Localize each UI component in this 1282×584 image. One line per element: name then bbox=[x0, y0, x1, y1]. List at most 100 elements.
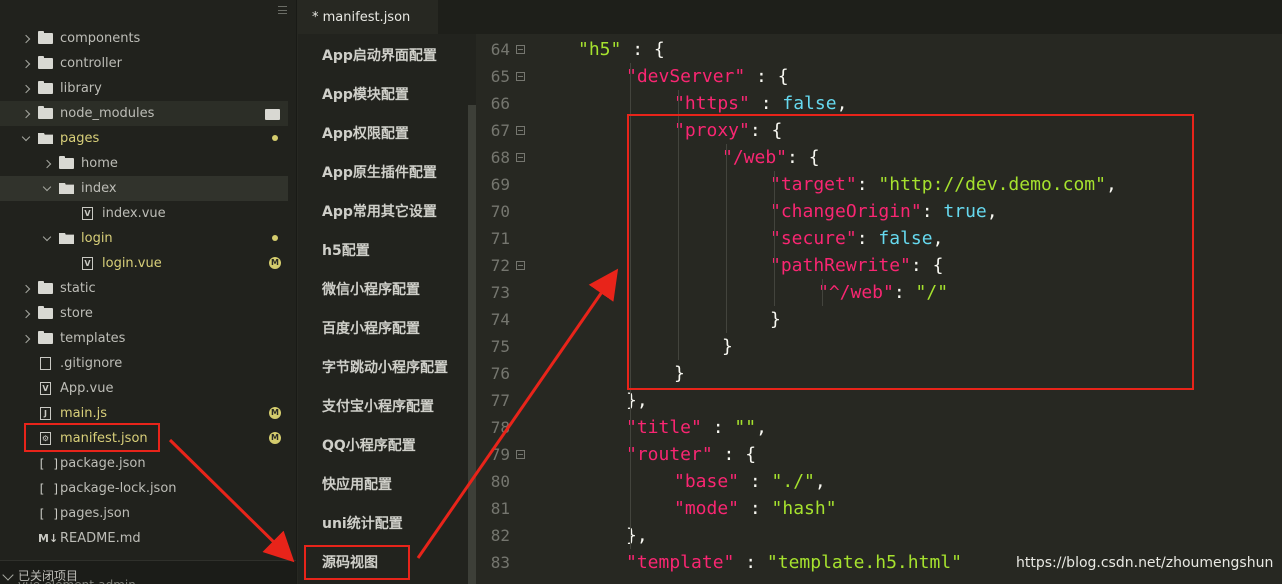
tree-item-label: library bbox=[60, 81, 102, 96]
config-item-9[interactable]: 支付宝小程序配置 bbox=[322, 396, 434, 416]
folder-open-icon bbox=[38, 133, 53, 144]
tree-item-pages[interactable]: pages bbox=[0, 126, 288, 151]
line-number: 76 bbox=[490, 364, 510, 383]
code-line[interactable]: 80 "base" : "./", bbox=[476, 468, 1282, 495]
tree-item-login[interactable]: login bbox=[0, 226, 288, 251]
fold-toggle-icon[interactable] bbox=[516, 45, 525, 54]
tree-item-label: store bbox=[60, 306, 93, 321]
chevron-right-icon[interactable] bbox=[20, 108, 32, 120]
tree-item-controller[interactable]: controller bbox=[0, 51, 288, 76]
code-line[interactable]: 81 "mode" : "hash" bbox=[476, 495, 1282, 522]
code-line[interactable]: 64 "h5" : { bbox=[476, 36, 1282, 63]
manifest-config-nav: App启动界面配置 App模块配置 App权限配置 App原生插件配置 App常用其它设… bbox=[298, 0, 476, 584]
code-token: , bbox=[836, 93, 848, 114]
folder-icon bbox=[38, 81, 53, 94]
config-item-11[interactable]: 快应用配置 bbox=[322, 474, 392, 494]
tab-manifest-json[interactable]: * manifest.json bbox=[298, 0, 438, 34]
config-item-12[interactable]: uni统计配置 bbox=[322, 513, 403, 533]
tree-item-store[interactable]: store bbox=[0, 301, 288, 326]
config-item-8[interactable]: 字节跳动小程序配置 bbox=[322, 357, 448, 377]
chevron-right-icon[interactable] bbox=[20, 308, 32, 320]
tree-item-library[interactable]: library bbox=[0, 76, 288, 101]
config-item-1[interactable]: App模块配置 bbox=[322, 84, 409, 104]
folder-icon bbox=[38, 331, 53, 344]
fold-toggle-icon[interactable] bbox=[516, 261, 525, 270]
tree-item-home[interactable]: home bbox=[0, 151, 288, 176]
code-token: "hash" bbox=[771, 498, 837, 519]
chevron-right-icon[interactable] bbox=[20, 283, 32, 295]
fold-toggle-icon[interactable] bbox=[516, 153, 525, 162]
code-token: : { bbox=[621, 39, 665, 60]
menu-icon[interactable] bbox=[278, 6, 287, 14]
chevron-right-icon[interactable] bbox=[20, 58, 32, 70]
config-item-6[interactable]: 微信小程序配置 bbox=[322, 279, 420, 299]
line-number: 82 bbox=[490, 526, 510, 545]
file-icon: V bbox=[82, 207, 93, 220]
chevron-down-icon[interactable] bbox=[41, 183, 53, 195]
folder-open-icon bbox=[59, 233, 74, 244]
tree-item-label: App.vue bbox=[60, 381, 114, 396]
config-item-0[interactable]: App启动界面配置 bbox=[322, 45, 437, 65]
config-item-4[interactable]: App常用其它设置 bbox=[322, 201, 437, 221]
tree-item-login-vue[interactable]: Vlogin.vue M bbox=[0, 251, 288, 276]
annotation-box-manifest bbox=[24, 423, 160, 452]
chevron-right-icon[interactable] bbox=[20, 33, 32, 45]
closed-project-item[interactable]: vue-element-admin bbox=[18, 578, 136, 584]
chevron-right-icon[interactable] bbox=[20, 83, 32, 95]
tree-item-gitignore[interactable]: .gitignore bbox=[0, 351, 288, 376]
code-token: : { bbox=[745, 66, 789, 87]
line-number: 83 bbox=[490, 553, 510, 572]
tree-item-readme-md[interactable]: M↓ README.md bbox=[0, 526, 288, 551]
config-item-7[interactable]: 百度小程序配置 bbox=[322, 318, 420, 338]
tree-item-label: node_modules bbox=[60, 106, 155, 121]
code-token: "" bbox=[734, 417, 757, 438]
line-number: 68 bbox=[490, 148, 510, 167]
code-token: "./" bbox=[771, 471, 815, 492]
code-token: : bbox=[749, 93, 783, 114]
line-number: 75 bbox=[490, 337, 510, 356]
watermark: https://blog.csdn.net/zhoumengshun bbox=[1016, 555, 1274, 571]
chevron-down-icon[interactable] bbox=[20, 133, 32, 145]
fold-toggle-icon[interactable] bbox=[516, 72, 525, 81]
line-number: 69 bbox=[490, 175, 510, 194]
line-number: 64 bbox=[490, 40, 510, 59]
tree-item-node-modules[interactable]: node_modules bbox=[0, 101, 288, 126]
tree-item-index[interactable]: index bbox=[0, 176, 288, 201]
code-line[interactable]: 65 "devServer" : { bbox=[476, 63, 1282, 90]
tree-item-label: pages.json bbox=[60, 506, 130, 521]
code-text: "template" : "template.h5.html" bbox=[626, 549, 962, 576]
folder-icon bbox=[38, 56, 53, 69]
code-text: "h5" : { bbox=[578, 36, 665, 63]
tree-item-pages-json[interactable]: [ ] pages.json bbox=[0, 501, 288, 526]
chevron-right-icon[interactable] bbox=[20, 333, 32, 345]
fold-toggle-icon[interactable] bbox=[516, 450, 525, 459]
annotation-box-source-view bbox=[304, 545, 410, 580]
code-line[interactable]: 82}, bbox=[476, 522, 1282, 549]
code-line[interactable]: 66 "https" : false, bbox=[476, 90, 1282, 117]
tree-item-app-vue[interactable]: V App.vue bbox=[0, 376, 288, 401]
tree-item-static[interactable]: static bbox=[0, 276, 288, 301]
chevron-right-icon[interactable] bbox=[41, 158, 53, 170]
config-item-5[interactable]: h5配置 bbox=[322, 240, 370, 260]
tree-item-label: index bbox=[81, 181, 117, 196]
code-line[interactable]: 79 "router" : { bbox=[476, 441, 1282, 468]
code-line[interactable]: 77}, bbox=[476, 387, 1282, 414]
tree-item-index-vue[interactable]: Vindex.vue bbox=[0, 201, 288, 226]
config-item-10[interactable]: QQ小程序配置 bbox=[322, 435, 416, 455]
fold-toggle-icon[interactable] bbox=[516, 126, 525, 135]
closed-projects-bar[interactable]: 已关闭项目 vue-element-admin bbox=[0, 560, 296, 584]
chevron-down-icon[interactable] bbox=[41, 233, 53, 245]
file-explorer-sidebar: components controller library node_modulesp… bbox=[0, 0, 297, 584]
tree-item-package-json[interactable]: [ ] package.json bbox=[0, 451, 288, 476]
code-line[interactable]: 78 "title" : "", bbox=[476, 414, 1282, 441]
folder-icon bbox=[59, 156, 74, 169]
line-number: 65 bbox=[490, 67, 510, 86]
tree-item-package-lock-json[interactable]: [ ] package-lock.json bbox=[0, 476, 288, 501]
config-item-3[interactable]: App原生插件配置 bbox=[322, 162, 437, 182]
line-number: 67 bbox=[490, 121, 510, 140]
config-scrollbar[interactable] bbox=[468, 105, 476, 584]
tree-item-components[interactable]: components bbox=[0, 26, 288, 51]
folder-icon bbox=[38, 106, 53, 119]
config-item-2[interactable]: App权限配置 bbox=[322, 123, 409, 143]
tree-item-templates[interactable]: templates bbox=[0, 326, 288, 351]
